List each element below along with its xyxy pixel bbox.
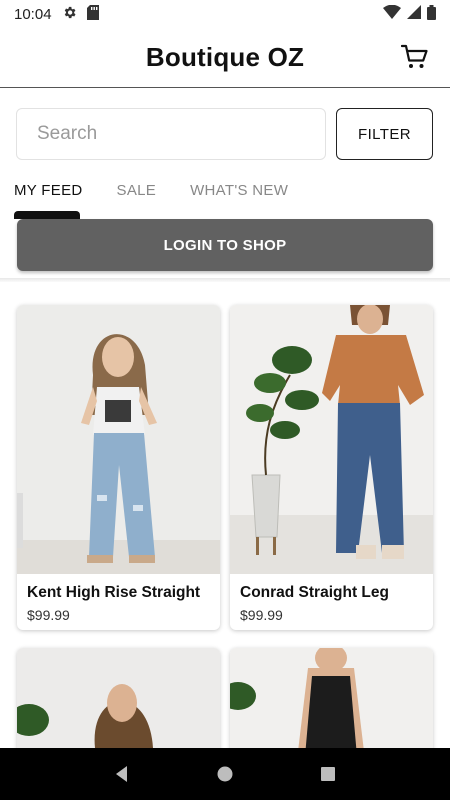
back-button[interactable] <box>107 759 137 789</box>
home-icon <box>217 766 233 782</box>
tab-my-feed[interactable]: MY FEED <box>14 176 83 206</box>
search-row: FILTER <box>16 108 434 160</box>
tab-whats-new[interactable]: WHAT'S NEW <box>190 176 288 206</box>
product-price: $99.99 <box>27 607 70 623</box>
product-name: Conrad Straight Leg <box>240 584 389 601</box>
tab-sale[interactable]: SALE <box>117 176 157 206</box>
product-image[interactable] <box>230 305 433 574</box>
product-price: $99.99 <box>240 607 283 623</box>
search-input[interactable] <box>16 108 326 160</box>
recents-icon <box>321 767 336 781</box>
feed-tabs: MY FEED SALE WHAT'S NEW <box>14 176 288 206</box>
wifi-icon <box>383 4 401 23</box>
sd-card-icon <box>86 4 99 24</box>
app-title: Boutique OZ <box>145 42 305 72</box>
filter-button[interactable]: FILTER <box>336 108 433 160</box>
product-grid: Kent High Rise Straight $99.99 Conrad St… <box>17 305 433 768</box>
home-button[interactable] <box>210 759 240 789</box>
app-header: Boutique OZ <box>0 28 450 88</box>
status-time: 10:04 <box>14 5 52 23</box>
battery-icon <box>427 4 436 24</box>
product-card[interactable]: Kent High Rise Straight $99.99 <box>17 305 220 630</box>
recents-button[interactable] <box>313 759 343 789</box>
system-nav-bar <box>0 748 450 800</box>
product-image[interactable] <box>17 305 220 574</box>
section-divider <box>0 278 450 282</box>
signal-icon <box>407 5 421 23</box>
product-name: Kent High Rise Straight <box>27 584 201 601</box>
status-bar: 10:04 <box>0 0 450 28</box>
gear-icon <box>62 5 77 24</box>
product-card[interactable]: Conrad Straight Leg $99.99 <box>230 305 433 630</box>
active-tab-indicator <box>14 211 80 219</box>
cart-button[interactable] <box>400 42 430 72</box>
login-to-shop-button[interactable]: LOGIN TO SHOP <box>17 219 433 271</box>
cart-icon <box>401 44 428 68</box>
back-icon <box>115 766 127 782</box>
